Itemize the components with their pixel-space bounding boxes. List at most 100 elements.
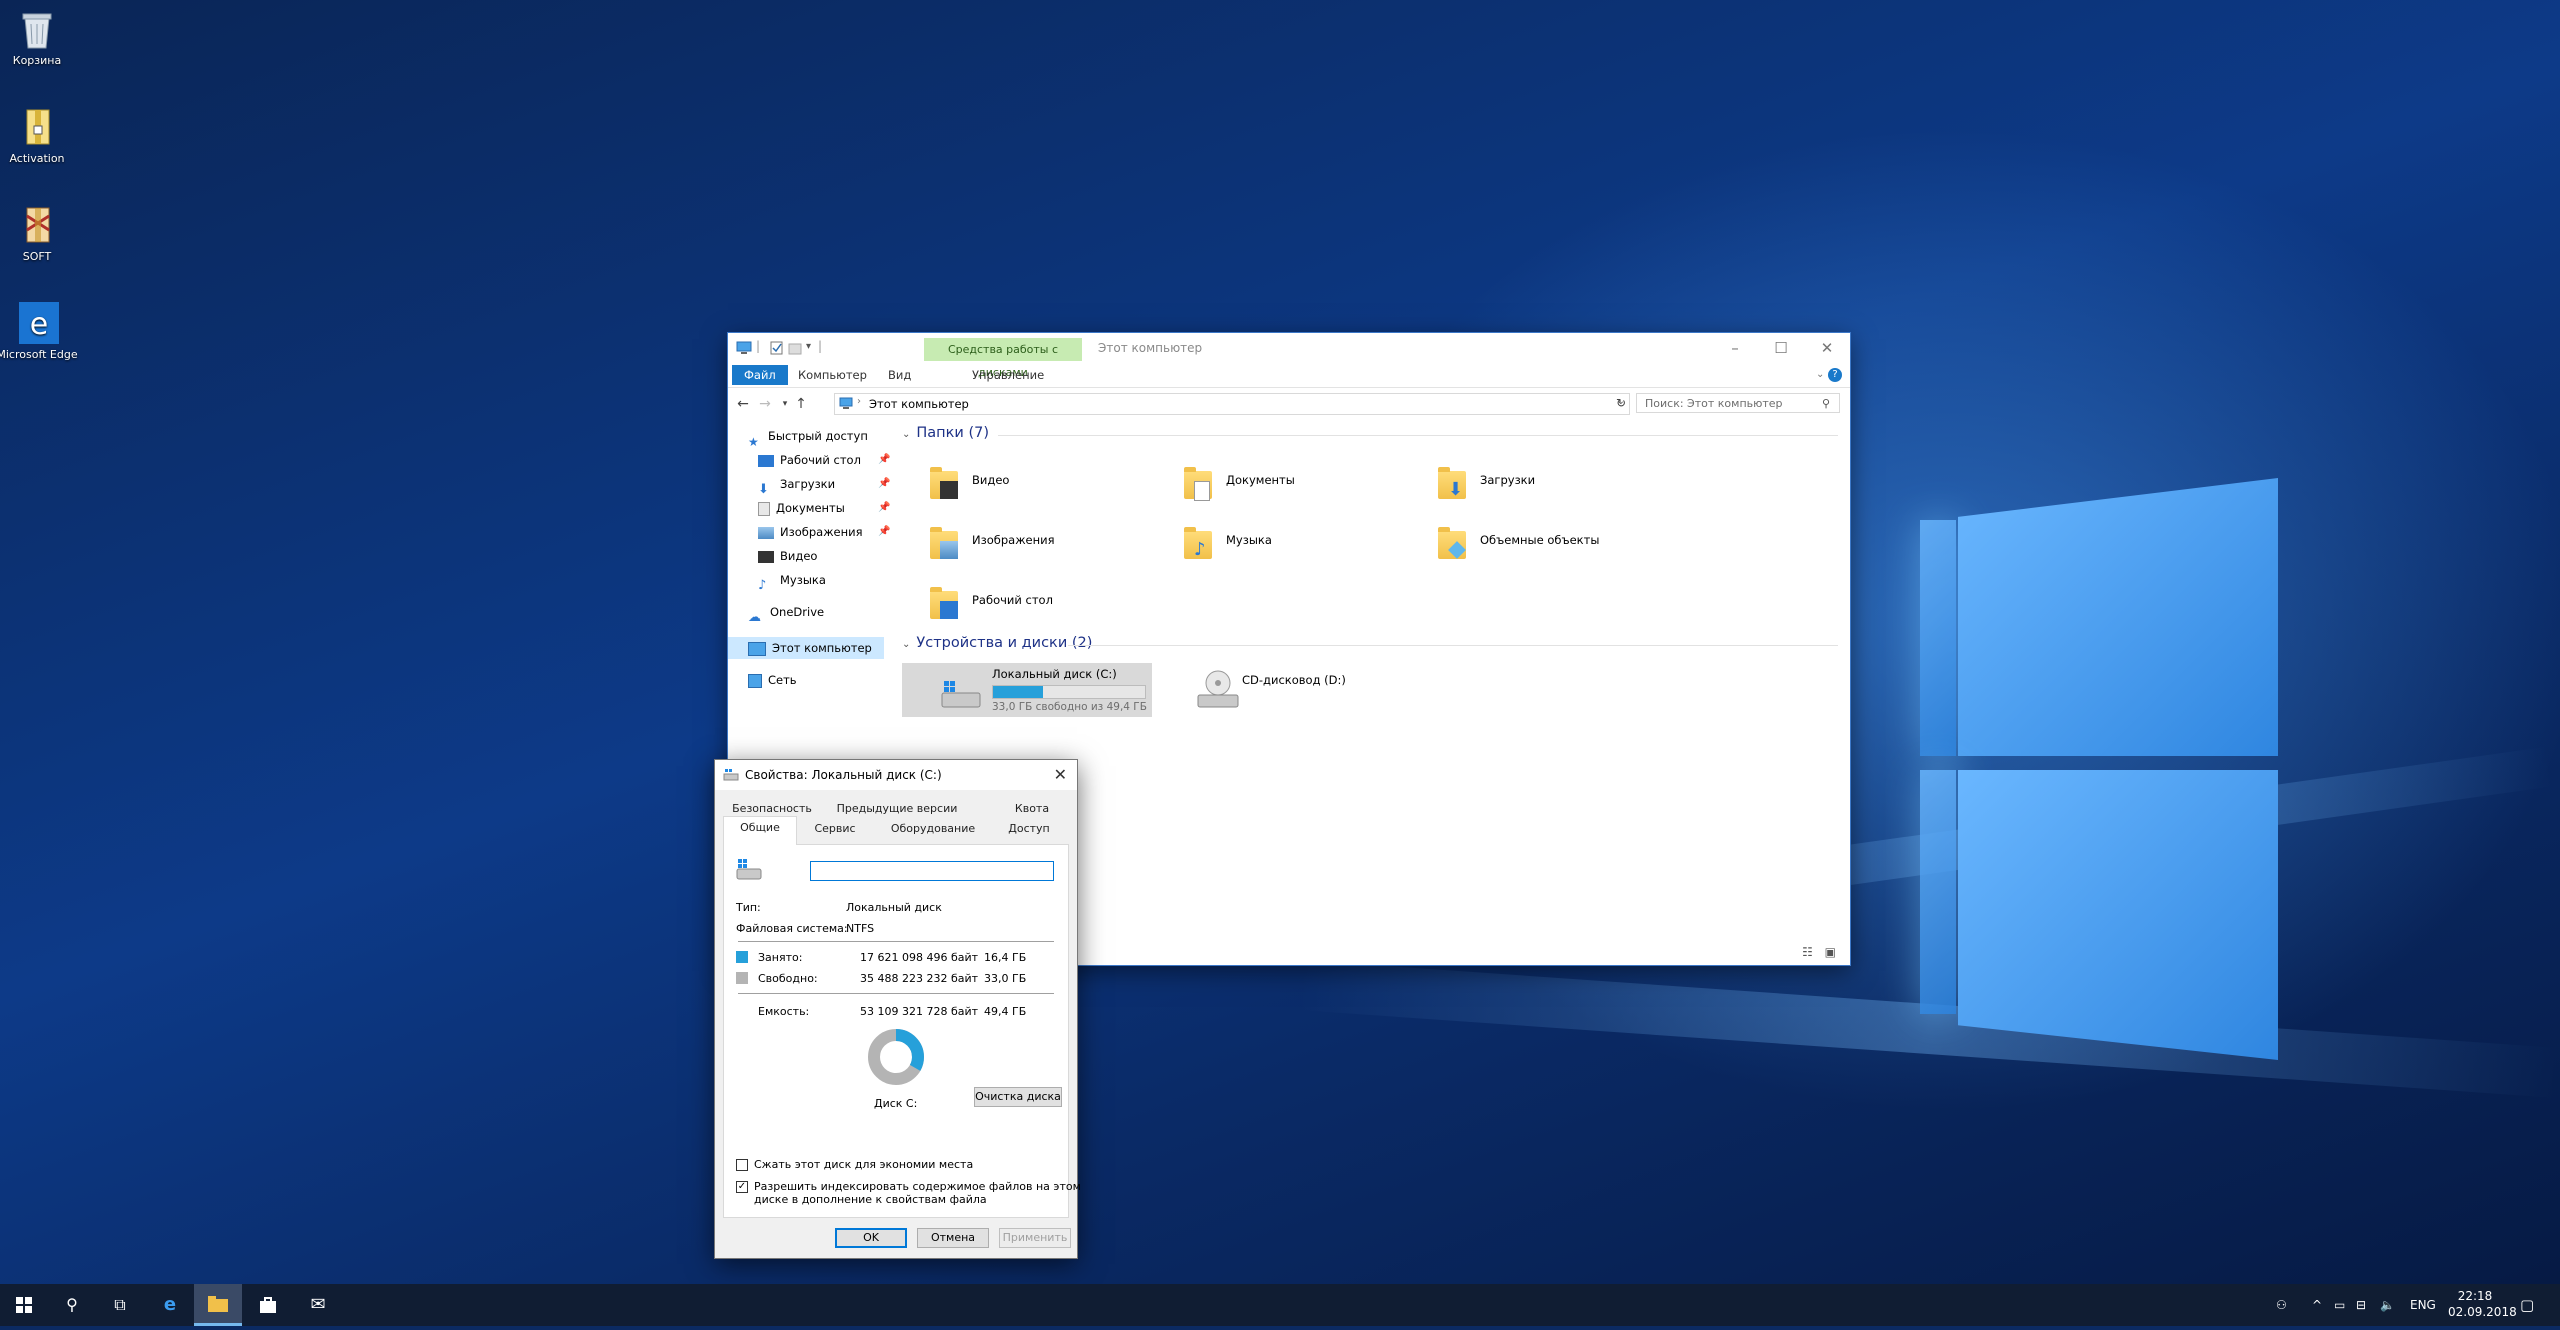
desktop-icon-label: Activation <box>9 152 65 165</box>
nav-item-downloads[interactable]: ⬇ Загрузки 📌 <box>758 473 890 497</box>
forward-button[interactable]: → <box>756 395 774 413</box>
recycle-bin-icon <box>17 8 57 50</box>
battery-icon[interactable]: ▭ <box>2334 1284 2345 1326</box>
notifications-icon[interactable]: ▢ <box>2520 1284 2534 1326</box>
help-icon[interactable]: ? <box>1828 368 1842 382</box>
clock[interactable]: 22:18 02.09.2018 <box>2448 1288 2517 1330</box>
search-icon[interactable]: ⚲ <box>48 1284 96 1326</box>
nav-item-pictures[interactable]: Изображения 📌 <box>758 521 890 543</box>
volume-label-input[interactable] <box>810 861 1054 881</box>
apply-button[interactable]: Применить <box>999 1228 1071 1248</box>
drive-item-d[interactable]: CD-дисковод (D:) <box>1192 663 1392 717</box>
folder-label: Рабочий стол <box>972 593 1053 607</box>
desktop-folder-icon <box>928 585 962 621</box>
document-icon <box>758 501 770 516</box>
used-label: Занято: <box>758 951 803 964</box>
nav-quick-access[interactable]: ★ Быстрый доступ <box>748 425 868 449</box>
network-icon <box>748 673 762 688</box>
tab-file[interactable]: Файл <box>732 365 788 385</box>
people-icon[interactable]: ⚇ <box>2276 1284 2287 1326</box>
svg-text:e: e <box>30 307 48 342</box>
dialog-titlebar: Свойства: Локальный диск (C:) ✕ <box>715 760 1077 790</box>
separator <box>738 941 1054 942</box>
details-view-icon[interactable]: ☷ <box>1802 945 1813 959</box>
type-label: Тип: <box>736 901 761 914</box>
used-bytes: 17 621 098 496 байт <box>860 951 979 964</box>
tab-hardware[interactable]: Оборудование <box>875 820 991 838</box>
drive-label: CD-дисковод (D:) <box>1242 673 1346 687</box>
new-folder-icon[interactable] <box>788 341 802 355</box>
ok-button[interactable]: OK <box>835 1228 907 1248</box>
minimize-button[interactable]: – <box>1712 333 1758 363</box>
nav-this-pc[interactable]: Этот компьютер <box>748 637 872 659</box>
disk-label: Диск C: <box>874 1097 918 1110</box>
drive-label: Локальный диск (C:) <box>992 667 1117 681</box>
address-bar[interactable]: › Этот компьютер ⌄ <box>834 393 1630 415</box>
nav-item-music[interactable]: ♪ Музыка <box>758 569 826 593</box>
compress-label: Сжать этот диск для экономии места <box>754 1158 974 1171</box>
desktop-icon-recycle-bin[interactable]: Корзина <box>0 8 82 67</box>
network-icon[interactable]: ⊟ <box>2356 1284 2366 1326</box>
nav-network[interactable]: Сеть <box>748 669 797 691</box>
cloud-icon: ☁ <box>748 609 761 625</box>
nav-item-desktop[interactable]: Рабочий стол 📌 <box>758 449 890 471</box>
disk-cleanup-button[interactable]: Очистка диска <box>974 1087 1062 1107</box>
desktop-icon-activation[interactable]: Activation <box>0 106 82 165</box>
volume-icon[interactable]: 🔈 <box>2380 1284 2395 1326</box>
tab-tools[interactable]: Сервис <box>803 820 867 838</box>
chevron-up-icon[interactable]: ^ <box>2312 1284 2322 1326</box>
used-color-swatch <box>736 951 748 963</box>
tab-quota[interactable]: Квота <box>1007 800 1057 818</box>
properties-icon[interactable] <box>770 341 784 355</box>
group-header-folders[interactable]: ⌄ Папки (7) <box>902 425 989 441</box>
nav-label: Изображения <box>780 525 863 539</box>
large-icons-view-icon[interactable]: ▣ <box>1825 945 1836 959</box>
group-header-devices[interactable]: ⌄ Устройства и диски (2) <box>902 635 1092 651</box>
folder-label: Видео <box>972 473 1010 487</box>
breadcrumb-chevron-icon: › <box>857 396 861 407</box>
nav-item-videos[interactable]: Видео <box>758 545 817 567</box>
edge-icon[interactable]: e <box>146 1284 194 1326</box>
search-input[interactable]: Поиск: Этот компьютер <box>1636 393 1840 413</box>
ribbon-tabs: Файл Компьютер Вид Управление ⌄ ? <box>728 363 1850 388</box>
mail-icon[interactable]: ✉ <box>294 1284 342 1326</box>
compress-checkbox[interactable] <box>736 1159 748 1171</box>
language-indicator[interactable]: ENG <box>2410 1284 2436 1326</box>
maximize-button[interactable]: ☐ <box>1758 333 1804 363</box>
back-button[interactable]: ← <box>734 395 752 413</box>
windows-logo-pane <box>1958 770 2278 1060</box>
contextual-tab-group: Средства работы с дисками <box>924 338 1082 379</box>
breadcrumb[interactable]: Этот компьютер <box>869 397 969 411</box>
store-icon[interactable] <box>244 1284 292 1326</box>
tab-sharing[interactable]: Доступ <box>997 820 1061 838</box>
documents-folder-icon <box>1182 465 1216 501</box>
nav-onedrive[interactable]: ☁ OneDrive <box>748 601 825 625</box>
desktop-icon-soft[interactable]: SOFT <box>0 204 82 263</box>
close-button[interactable]: ✕ <box>1804 333 1850 363</box>
nav-label: OneDrive <box>770 605 825 619</box>
start-button[interactable] <box>0 1284 48 1326</box>
file-explorer-icon[interactable] <box>194 1284 242 1326</box>
index-checkbox[interactable]: ✓ <box>736 1181 748 1193</box>
free-color-swatch <box>736 972 748 984</box>
tab-computer[interactable]: Компьютер <box>790 365 875 385</box>
tab-manage[interactable]: Управление <box>964 365 1052 385</box>
nav-label: Рабочий стол <box>780 453 861 467</box>
drive-usage-fill <box>993 686 1044 698</box>
close-icon[interactable]: ✕ <box>1054 760 1067 790</box>
tab-general[interactable]: Общие <box>723 816 797 845</box>
drive-usage-bar <box>992 685 1146 699</box>
drive-item-c[interactable]: Локальный диск (C:) 33,0 ГБ свободно из … <box>902 663 1152 717</box>
windows-logo-pane <box>1958 478 2278 756</box>
up-button[interactable]: ↑ <box>792 395 810 413</box>
refresh-icon[interactable]: ↻ <box>1612 394 1630 412</box>
nav-label: Этот компьютер <box>772 641 872 655</box>
task-view-icon[interactable]: ⧉ <box>96 1284 144 1326</box>
cancel-button[interactable]: Отмена <box>917 1228 989 1248</box>
desktop-icon-edge[interactable]: e Microsoft Edge <box>0 302 82 361</box>
computer-icon <box>748 641 766 656</box>
group-divider <box>1068 645 1838 646</box>
tab-previous-versions[interactable]: Предыдущие версии <box>827 800 967 818</box>
nav-item-documents[interactable]: Документы 📌 <box>758 497 890 519</box>
tab-view[interactable]: Вид <box>880 365 919 385</box>
